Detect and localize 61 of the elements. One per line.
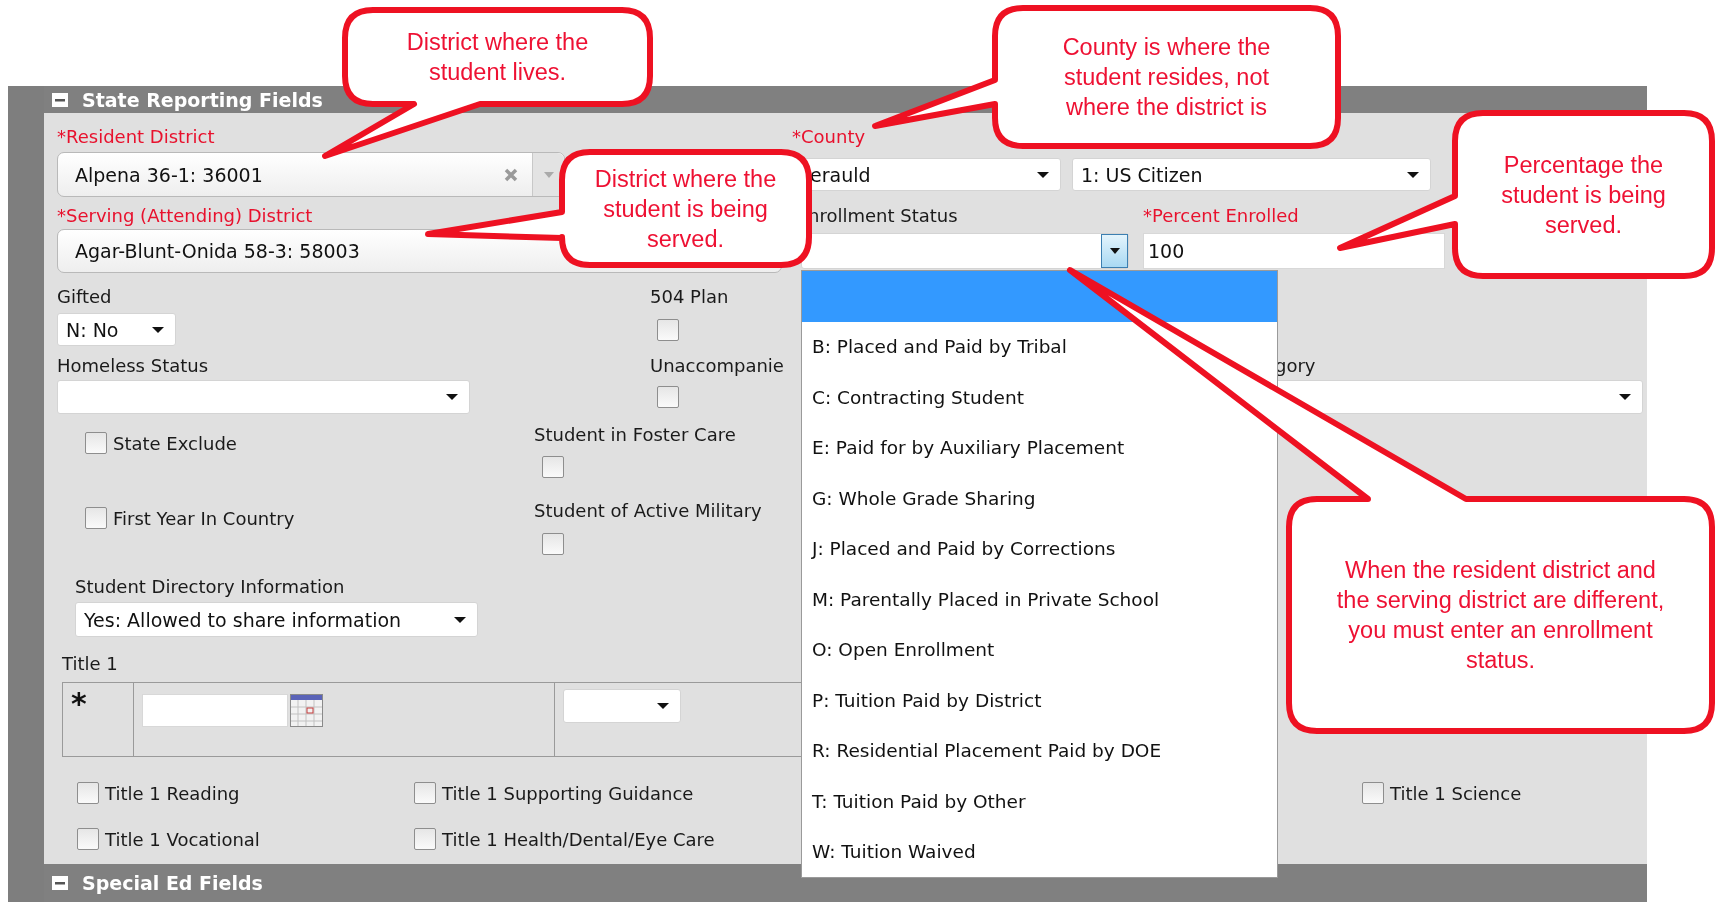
caret-down-icon bbox=[1036, 170, 1050, 179]
caret-down-icon bbox=[1108, 247, 1121, 255]
required-marker: * bbox=[71, 689, 87, 719]
resident-district-field[interactable]: Alpena 36-1: 36001 bbox=[57, 152, 565, 197]
percent-enrolled-field[interactable]: 100 bbox=[1143, 233, 1445, 269]
clear-icon[interactable] bbox=[504, 167, 518, 182]
section-title: State Reporting Fields bbox=[82, 88, 323, 111]
checkbox[interactable] bbox=[657, 318, 679, 341]
caret-down-icon bbox=[542, 170, 555, 179]
checkbox-label: Title 1 Reading bbox=[105, 782, 240, 804]
gifted-select[interactable]: N: No bbox=[57, 313, 176, 346]
checkbox[interactable] bbox=[77, 782, 99, 804]
checkbox[interactable] bbox=[1362, 782, 1384, 804]
callout-text: Percentage the student is being served. bbox=[1500, 150, 1667, 240]
field-label: 504 Plan bbox=[650, 285, 729, 307]
enrollment-status-select[interactable] bbox=[801, 233, 1129, 269]
caret-down-icon bbox=[151, 325, 165, 334]
calendar-icon[interactable] bbox=[290, 694, 323, 727]
field-label: Title 1 bbox=[62, 652, 118, 674]
field-value: Agar-Blunt-Onida 58-3: 58003 bbox=[75, 240, 360, 262]
field-label: *County bbox=[792, 125, 866, 147]
checkbox[interactable] bbox=[77, 828, 99, 850]
checkbox[interactable] bbox=[85, 507, 107, 529]
checkbox[interactable] bbox=[414, 782, 436, 804]
checkbox-label: Title 1 Science bbox=[1390, 782, 1522, 804]
field-label: nrollment Status bbox=[808, 204, 958, 226]
directory-information-select[interactable]: Yes: Allowed to share information bbox=[75, 602, 478, 637]
caret-down-icon bbox=[445, 393, 459, 401]
checkbox[interactable] bbox=[542, 456, 564, 478]
checkbox-label: Title 1 Health/Dental/Eye Care bbox=[442, 828, 715, 850]
field-value: Alpena 36-1: 36001 bbox=[75, 163, 263, 186]
callout-text: District where the student lives. bbox=[405, 28, 590, 87]
collapse-icon[interactable] bbox=[52, 92, 68, 107]
caret-down-icon bbox=[656, 702, 670, 710]
field-label: *Resident District bbox=[57, 125, 215, 147]
checkbox-label: Title 1 Supporting Guidance bbox=[442, 782, 694, 804]
callout-text: County is where the student resides, not where the district is bbox=[1061, 33, 1272, 122]
field-label: Unaccompanie bbox=[650, 354, 784, 376]
collapse-icon[interactable] bbox=[52, 876, 68, 890]
field-label: Gifted bbox=[57, 285, 112, 307]
citizenship-select[interactable]: 1: US Citizen bbox=[1072, 158, 1431, 191]
checkbox[interactable] bbox=[542, 533, 564, 555]
checkbox-label: First Year In Country bbox=[113, 507, 295, 529]
caret-down-icon bbox=[1618, 393, 1632, 401]
checkbox-label: State Exclude bbox=[113, 432, 237, 454]
section-title: Special Ed Fields bbox=[82, 872, 263, 894]
date-field[interactable] bbox=[142, 694, 288, 727]
checkbox[interactable] bbox=[657, 386, 679, 408]
caret-down-icon bbox=[453, 615, 467, 624]
dropdown-arrow-button[interactable] bbox=[532, 153, 564, 196]
checkbox-label: Title 1 Vocational bbox=[105, 828, 260, 850]
callout-text: When the resident district and the serving district are different, you must enter an enrollment status. bbox=[1335, 556, 1666, 675]
checkbox[interactable] bbox=[414, 828, 436, 850]
field-label: *Percent Enrolled bbox=[1143, 204, 1299, 226]
field-label: Student in Foster Care bbox=[534, 423, 736, 445]
field-label: Homeless Status bbox=[57, 354, 209, 376]
checkbox[interactable] bbox=[85, 432, 107, 454]
caret-down-icon bbox=[1406, 170, 1420, 179]
field-label: Student Directory Information bbox=[75, 575, 345, 597]
field-label: *Serving (Attending) District bbox=[57, 204, 313, 226]
field-label: Student of Active Military bbox=[534, 499, 762, 521]
